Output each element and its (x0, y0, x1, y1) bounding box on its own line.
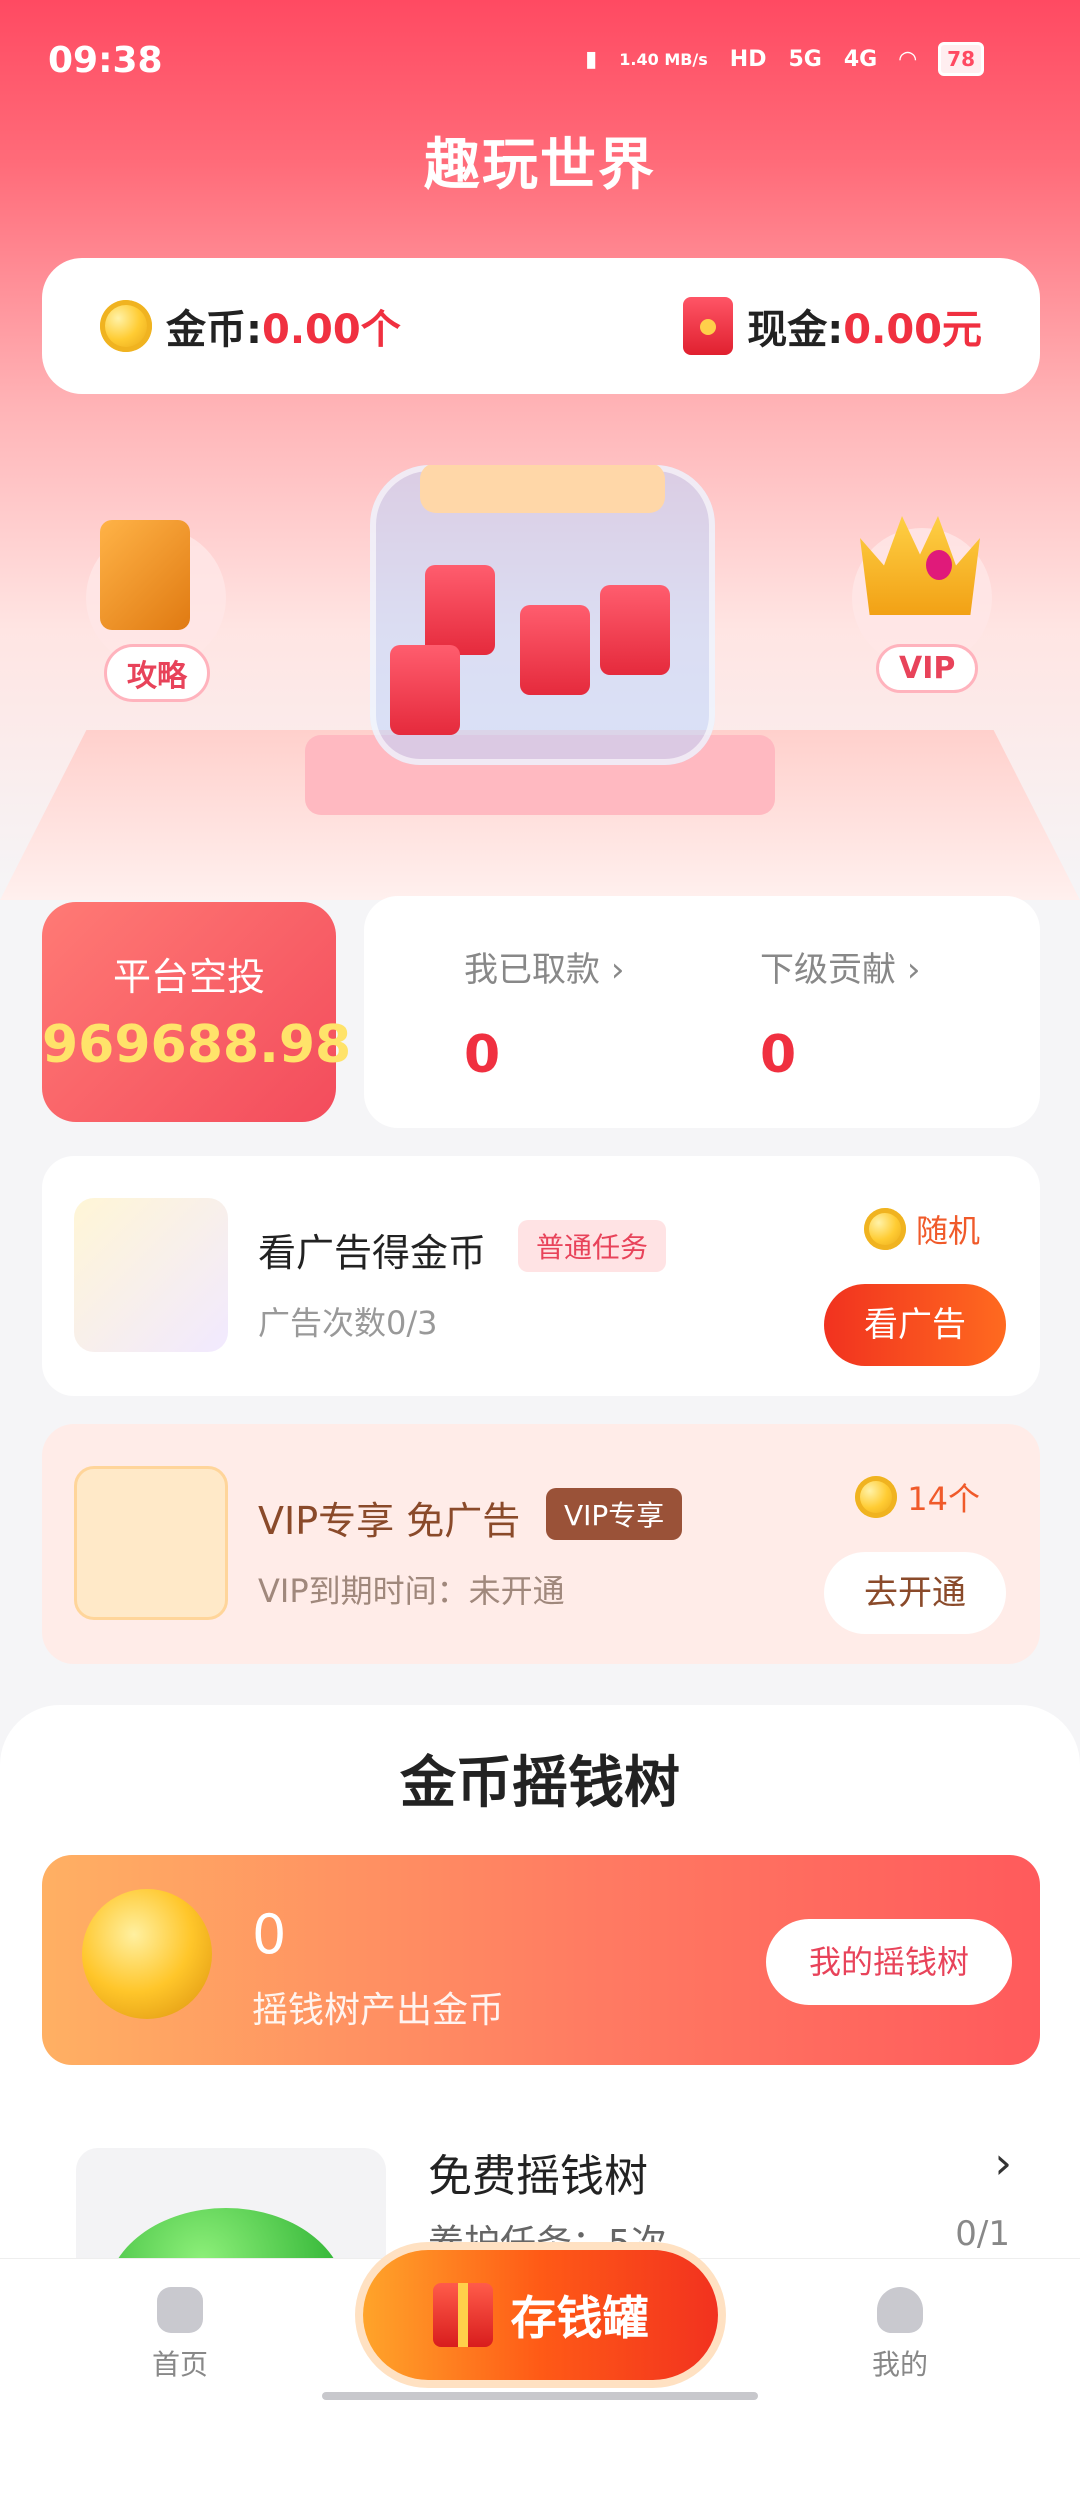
platform-airdrop-card: 平台空投 969688.98 (42, 902, 352, 1122)
tree-coins-value: 0 (252, 1903, 287, 1966)
coin-stack-icon (82, 1889, 212, 2019)
subordinate-label: 下级贡献 (760, 950, 896, 990)
nav-home[interactable]: 首页 (100, 2287, 260, 2383)
cash-label: 现金: (747, 307, 844, 353)
cash-balance: 现金: 0.00元 (683, 297, 982, 355)
withdrawn-stat[interactable]: 我已取款 › 0 (464, 942, 624, 1085)
gift-icon (432, 2283, 493, 2347)
piggy-jar-image[interactable] (370, 465, 715, 765)
home-icon (157, 2287, 203, 2333)
user-icon (877, 2287, 923, 2333)
chevron-right-icon: › (994, 2138, 1012, 2189)
ad-task-card: 看广告得金币 普通任务 广告次数0/3 随机 看广告 (42, 1156, 1040, 1396)
chevron-right-icon: › (906, 950, 921, 990)
savings-jar-button[interactable]: 存钱罐 (363, 2250, 718, 2380)
ad-count: 广告次数0/3 (258, 1304, 438, 1342)
withdrawn-value: 0 (464, 1025, 501, 1085)
book-icon (100, 520, 190, 630)
my-money-tree-button[interactable]: 我的摇钱树 (766, 1919, 1012, 2005)
tree-coins-desc: 摇钱树产出金币 (252, 1990, 505, 2031)
status-icons: ▮ 1.40 MB/s HD 5G 4G ◠ 78 (585, 42, 984, 76)
status-bar: 09:38 ▮ 1.40 MB/s HD 5G 4G ◠ 78 (0, 0, 1080, 130)
gesture-bar[interactable] (322, 2392, 758, 2400)
vip-badge: VIP专享 (546, 1488, 683, 1540)
camera-icon (74, 1198, 228, 1352)
nav-mine[interactable]: 我的 (820, 2287, 980, 2383)
ad-task-title: 看广告得金币 (258, 1231, 487, 1275)
withdrawn-label: 我已取款 (464, 950, 600, 990)
free-tree-name: 免费摇钱树 (428, 2151, 648, 2202)
vip-task-card: VIP专享 免广告 VIP专享 VIP到期时间：未开通 14个 去开通 (42, 1424, 1040, 1664)
free-money-tree-item[interactable]: 免费摇钱树 养护任务：5次 › 0/1 (42, 2120, 1040, 2348)
normal-task-badge: 普通任务 (518, 1220, 667, 1272)
vibrate-icon: ▮ (585, 46, 598, 72)
coin-label: 金币: (166, 307, 262, 353)
airdrop-label: 平台空投 (112, 955, 265, 999)
battery-icon: 78 (938, 42, 984, 76)
red-envelope-icon (683, 297, 734, 355)
vip-crown-icon (74, 1466, 228, 1620)
coin-icon (100, 300, 152, 352)
activate-vip-button[interactable]: 去开通 (824, 1552, 1006, 1634)
page-title: 趣玩世界 (424, 133, 656, 198)
signal-5g-icon: 5G (788, 46, 822, 72)
coin-value: 0.00个 (262, 307, 401, 353)
vip-label[interactable]: VIP (876, 644, 979, 693)
money-tree-title: 金币摇钱树 (400, 1751, 680, 1816)
subordinate-value: 0 (760, 1025, 797, 1085)
guide-label[interactable]: 攻略 (104, 644, 210, 702)
coin-balance: 金币: 0.00个 (100, 297, 401, 355)
coin-icon (863, 1208, 906, 1250)
nav-mine-label: 我的 (871, 2348, 928, 2381)
money-tree-banner: 0 摇钱树产出金币 我的摇钱树 (42, 1855, 1040, 2065)
subordinate-stat[interactable]: 下级贡献 › 0 (760, 942, 920, 1085)
chevron-right-icon: › (610, 950, 625, 990)
vip-expiry: VIP到期时间：未开通 (258, 1572, 565, 1610)
savings-jar-label: 存钱罐 (510, 2291, 649, 2345)
watch-ad-button[interactable]: 看广告 (824, 1284, 1006, 1366)
vip-reward: 14个 (855, 1474, 980, 1520)
coin-icon (855, 1476, 898, 1518)
care-task-count: 0/1 (955, 2214, 1010, 2254)
status-time: 09:38 (48, 40, 163, 81)
hd-icon: HD (729, 46, 767, 72)
network-speed: 1.40 MB/s (619, 49, 708, 69)
signal-4g-icon: 4G (843, 46, 878, 72)
stats-card: 我已取款 › 0 下级贡献 › 0 (364, 896, 1040, 1128)
airdrop-value: 969688.98 (42, 1015, 352, 1075)
ad-reward: 随机 (863, 1206, 980, 1252)
cash-value: 0.00元 (843, 307, 982, 353)
vip-reward-text: 14个 (907, 1480, 980, 1518)
vip-task-title: VIP专享 免广告 (258, 1499, 521, 1543)
crown-gem (926, 550, 952, 580)
wifi-icon: ◠ (899, 46, 917, 72)
ad-reward-text: 随机 (915, 1212, 980, 1250)
nav-home-label: 首页 (151, 2348, 208, 2381)
balance-card: 金币: 0.00个 现金: 0.00元 (42, 258, 1040, 394)
